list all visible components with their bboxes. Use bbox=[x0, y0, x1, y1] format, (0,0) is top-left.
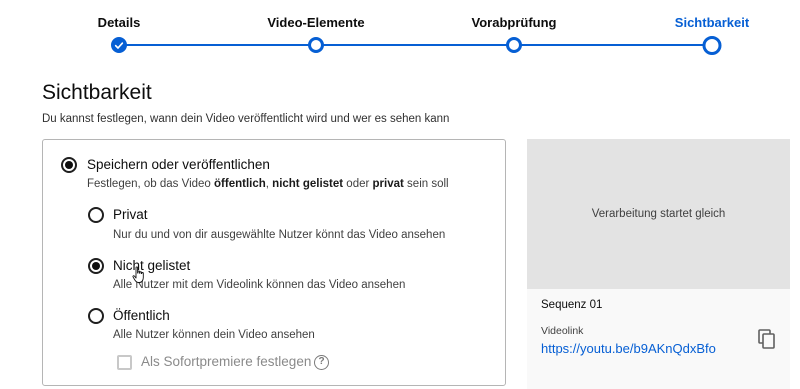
public-description: Alle Nutzer können dein Video ansehen bbox=[113, 329, 315, 341]
hand-cursor-icon bbox=[132, 266, 144, 283]
step-node-video-elements[interactable] bbox=[308, 37, 324, 53]
unlisted-radio[interactable] bbox=[88, 258, 104, 274]
progress-stepper: Details Video-Elemente Vorabprüfung Sich… bbox=[0, 0, 800, 62]
private-description: Nur du und von dir ausgewählte Nutzer kö… bbox=[113, 229, 446, 241]
public-label[interactable]: Öffentlich bbox=[113, 308, 170, 323]
step-label-details[interactable]: Details bbox=[98, 15, 141, 30]
step-node-precheck[interactable] bbox=[506, 37, 522, 53]
video-thumbnail-placeholder: Verarbeitung startet gleich bbox=[527, 139, 790, 289]
page-subtitle: Du kannst festlegen, wann dein Video ver… bbox=[42, 113, 450, 125]
unlisted-description: Alle Nutzer mit dem Videolink können das… bbox=[113, 279, 406, 291]
visibility-options-card: Speichern oder veröffentlichen Festlegen… bbox=[42, 139, 506, 386]
processing-status: Verarbeitung startet gleich bbox=[591, 208, 726, 220]
page-title: Sichtbarkeit bbox=[42, 81, 152, 104]
video-preview-panel: Verarbeitung startet gleich Sequenz 01 V… bbox=[527, 139, 790, 389]
public-radio[interactable] bbox=[88, 308, 104, 324]
videolink-label: Videolink bbox=[541, 325, 584, 337]
video-title: Sequenz 01 bbox=[541, 299, 603, 311]
save-or-publish-radio[interactable] bbox=[61, 157, 77, 173]
step-node-visibility[interactable] bbox=[702, 36, 722, 55]
stepper-line bbox=[119, 44, 712, 46]
save-or-publish-description: Festlegen, ob das Video öffentlich, nich… bbox=[87, 178, 449, 190]
step-label-visibility[interactable]: Sichtbarkeit bbox=[675, 15, 749, 30]
private-radio[interactable] bbox=[88, 207, 104, 223]
checkmark-icon bbox=[114, 41, 124, 49]
save-or-publish-label[interactable]: Speichern oder veröffentlichen bbox=[87, 157, 270, 172]
private-label[interactable]: Privat bbox=[113, 207, 148, 222]
step-label-precheck[interactable]: Vorabprüfung bbox=[472, 15, 557, 30]
videolink-url[interactable]: https://youtu.be/b9AKnQdxBfo bbox=[541, 341, 716, 356]
copy-icon[interactable] bbox=[758, 329, 776, 349]
instant-premiere-checkbox[interactable] bbox=[117, 355, 132, 370]
instant-premiere-label[interactable]: Als Sofortpremiere festlegen bbox=[141, 354, 311, 369]
step-node-details[interactable] bbox=[111, 37, 127, 53]
help-icon[interactable]: ? bbox=[314, 355, 329, 370]
step-label-video-elements[interactable]: Video-Elemente bbox=[267, 15, 364, 30]
unlisted-label[interactable]: Nicht gelistet bbox=[113, 258, 190, 273]
